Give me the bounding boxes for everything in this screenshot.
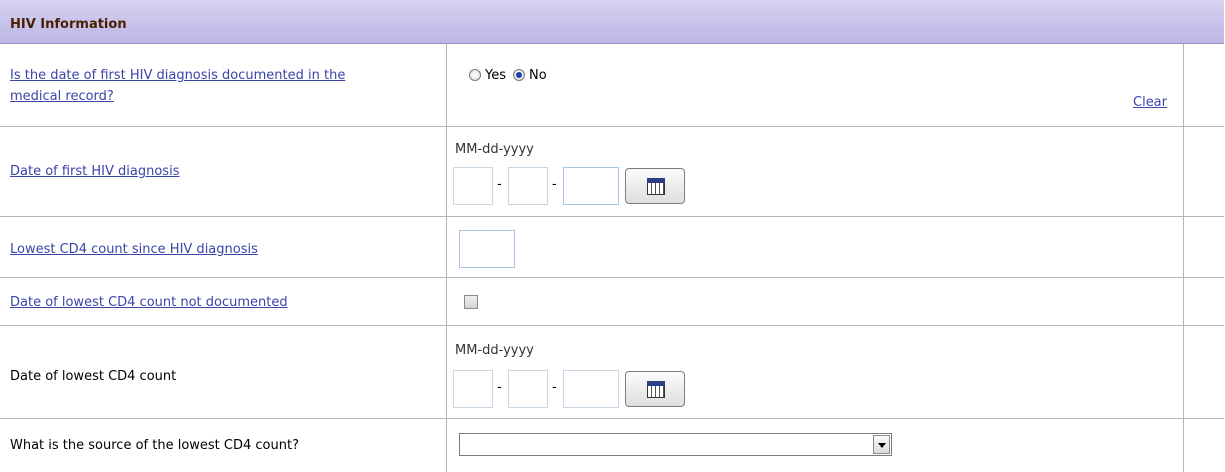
row-cd4-source: What is the source of the lowest CD4 cou…: [0, 419, 1224, 472]
row-lowest-cd4-date: Date of lowest CD4 count MM-dd-yyyy - -: [0, 326, 1224, 419]
hiv-diagnosis-documented-label[interactable]: Is the date of first HIV diagnosis docum…: [10, 65, 345, 107]
cd4-date-not-documented-checkbox[interactable]: [464, 295, 478, 309]
date-separator: -: [552, 177, 557, 192]
radio-yes[interactable]: [469, 69, 481, 81]
row-hiv-diagnosis-documented: Is the date of first HIV diagnosis docum…: [0, 44, 1224, 127]
row-first-hiv-diagnosis-date: Date of first HIV diagnosis MM-dd-yyyy -…: [0, 127, 1224, 217]
radio-no[interactable]: [513, 69, 525, 81]
month-input[interactable]: [453, 167, 493, 205]
calendar-icon: [647, 381, 665, 398]
label-line: medical record?: [10, 89, 114, 104]
date-format-hint: MM-dd-yyyy: [455, 142, 534, 157]
cd4-count-input[interactable]: [459, 230, 515, 268]
day-input[interactable]: [508, 167, 548, 205]
date-separator: -: [497, 177, 502, 192]
row-cd4-date-not-documented: Date of lowest CD4 count not documented: [0, 278, 1224, 326]
first-hiv-diagnosis-label[interactable]: Date of first HIV diagnosis: [10, 161, 179, 182]
cd4-source-select[interactable]: [459, 433, 892, 456]
cd4-date-not-documented-label[interactable]: Date of lowest CD4 count not documented: [10, 292, 288, 313]
label-line: Is the date of first HIV diagnosis docum…: [10, 68, 346, 83]
year-input[interactable]: [563, 167, 619, 205]
section-title: HIV Information: [10, 17, 127, 32]
date-separator: -: [497, 380, 502, 395]
chevron-down-icon[interactable]: [873, 435, 890, 454]
date-format-hint: MM-dd-yyyy: [455, 343, 534, 358]
hiv-information-panel: HIV Information Is the date of first HIV…: [0, 0, 1224, 472]
row-lowest-cd4-count: Lowest CD4 count since HIV diagnosis: [0, 217, 1224, 278]
cd4-source-label: What is the source of the lowest CD4 cou…: [10, 438, 299, 453]
calendar-button[interactable]: [625, 371, 685, 407]
lowest-cd4-date-label: Date of lowest CD4 count: [10, 369, 177, 384]
calendar-button[interactable]: [625, 168, 685, 204]
year-input[interactable]: [563, 370, 619, 408]
radio-no-label[interactable]: No: [529, 68, 547, 83]
section-header: HIV Information: [0, 0, 1224, 44]
lowest-cd4-count-label[interactable]: Lowest CD4 count since HIV diagnosis: [10, 239, 258, 260]
calendar-icon: [647, 178, 665, 195]
month-input[interactable]: [453, 370, 493, 408]
date-separator: -: [552, 380, 557, 395]
radio-yes-label[interactable]: Yes: [485, 68, 506, 83]
clear-link[interactable]: Clear: [1133, 95, 1167, 110]
day-input[interactable]: [508, 370, 548, 408]
